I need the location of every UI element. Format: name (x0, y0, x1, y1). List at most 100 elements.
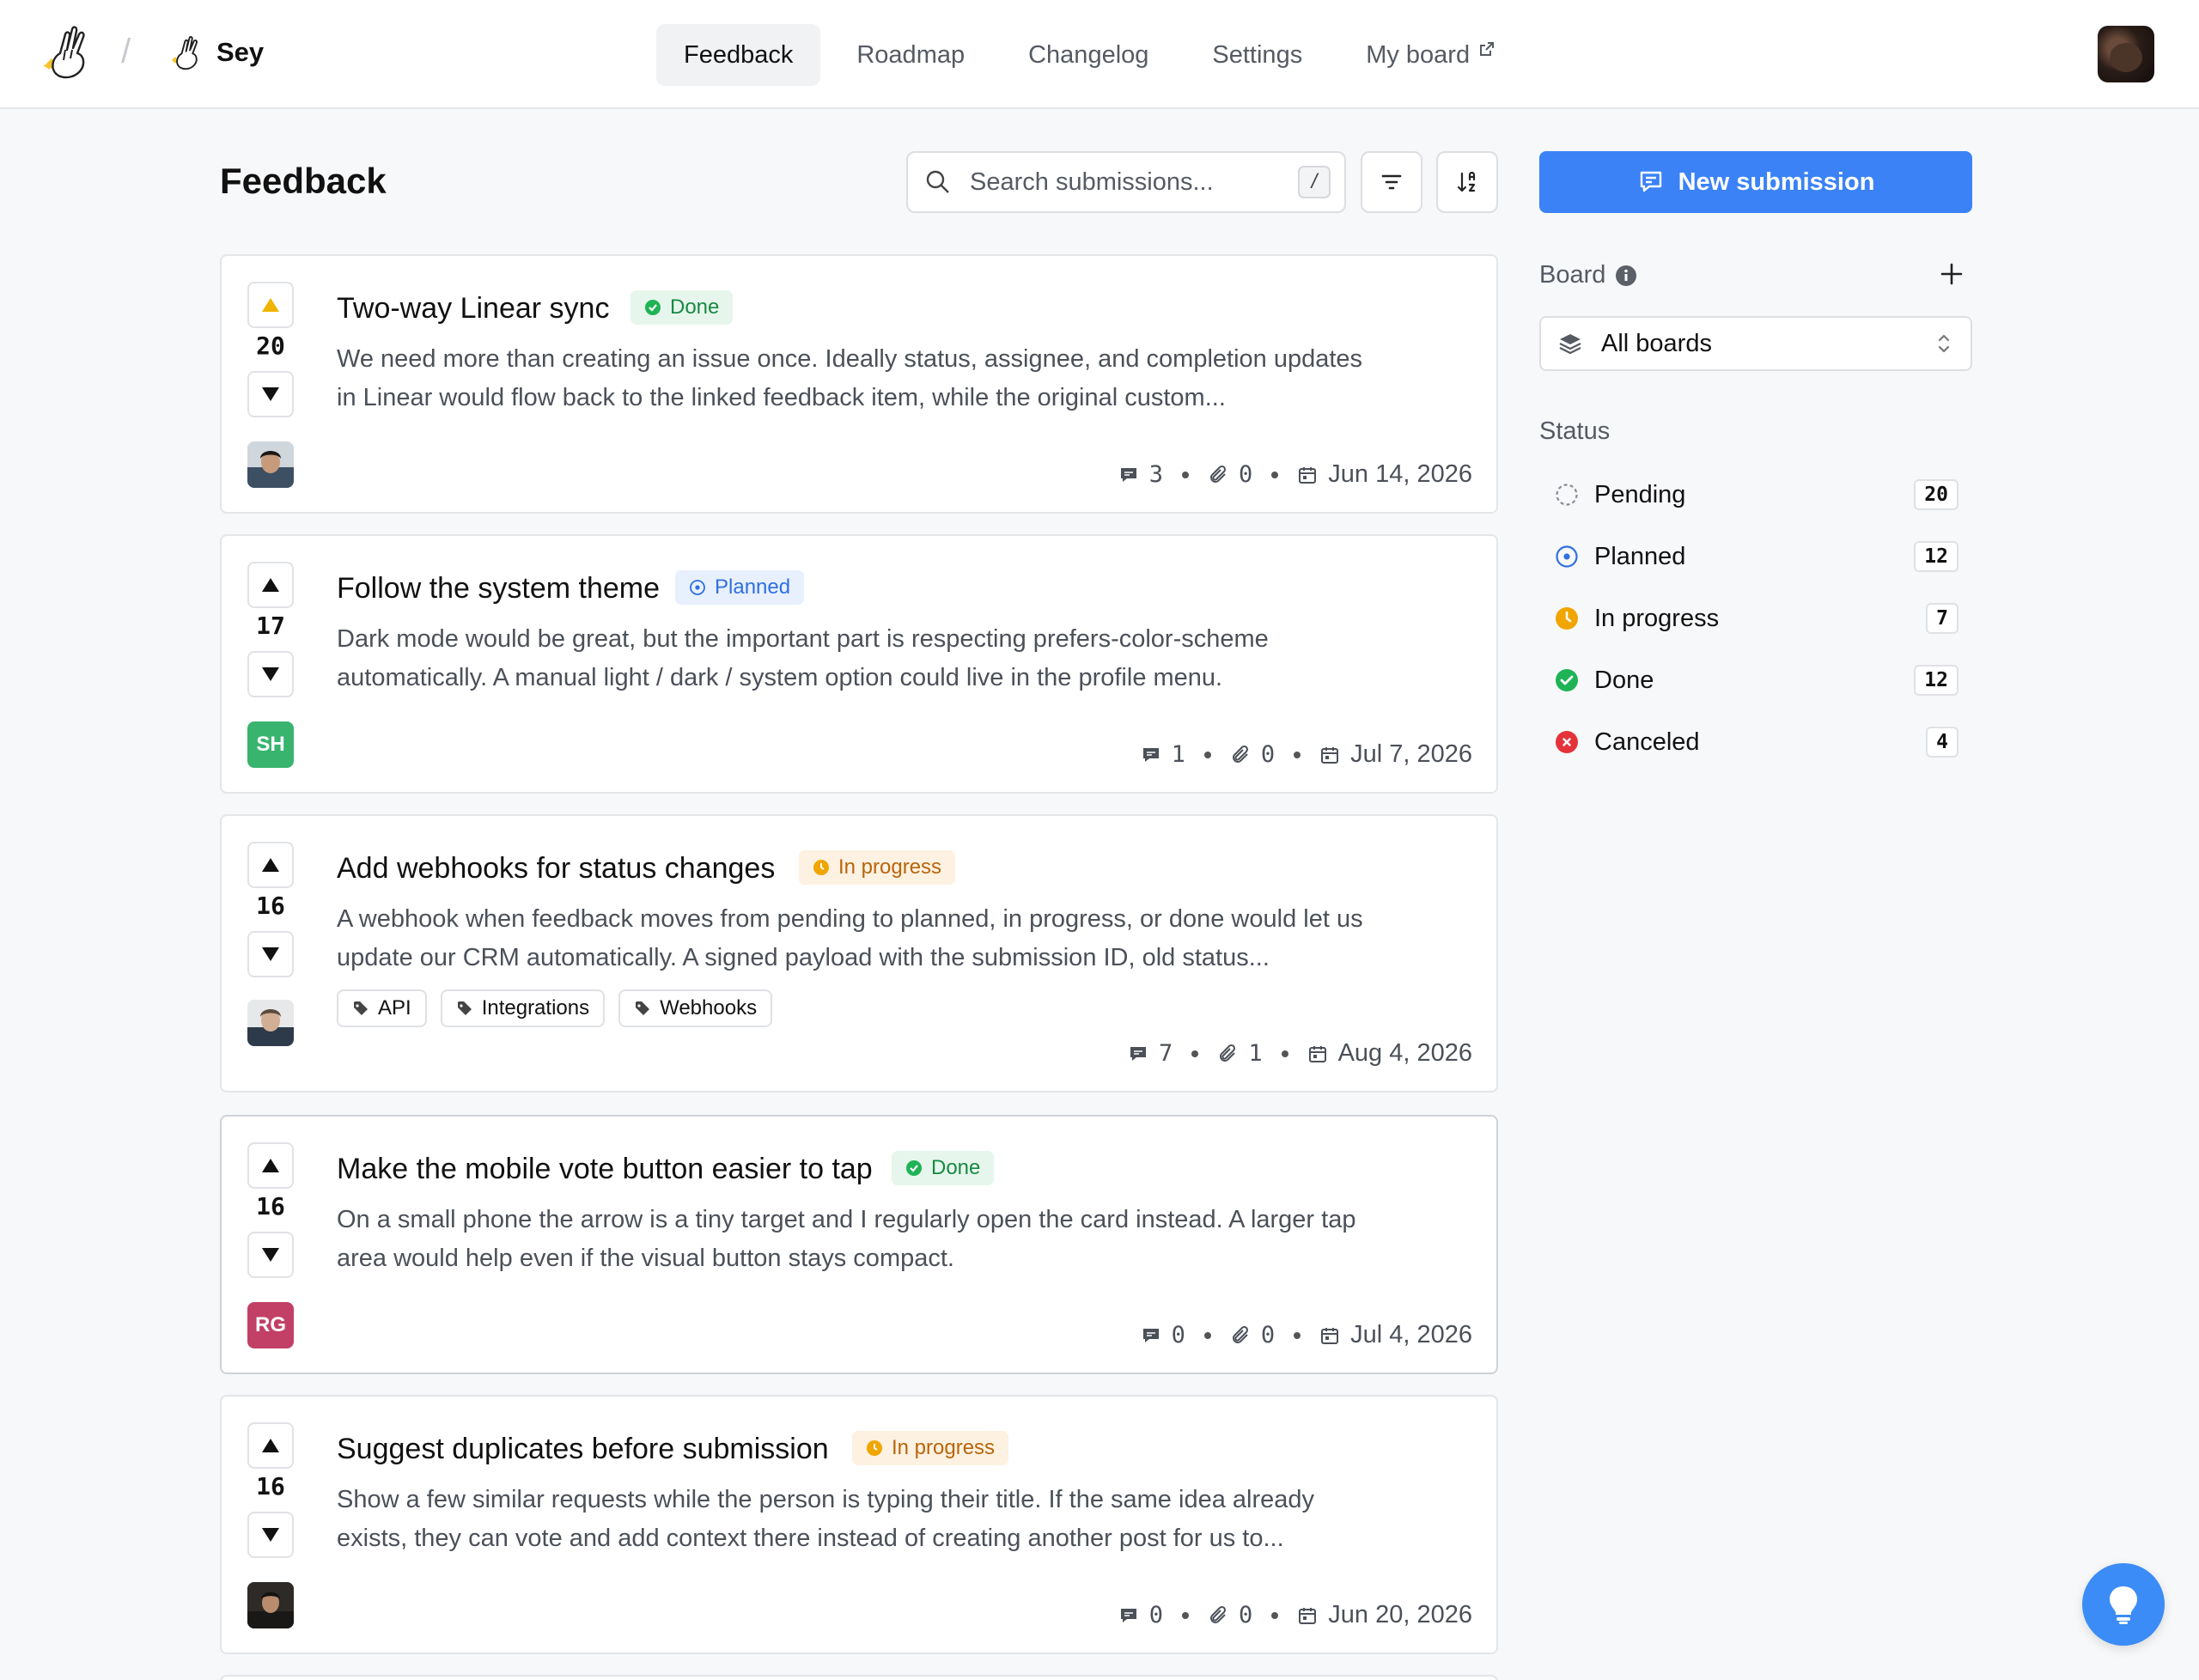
card-date: Jun 20, 2026 (1328, 1601, 1472, 1628)
downvote-button[interactable] (247, 931, 294, 977)
downvote-arrow-icon (262, 1528, 279, 1542)
search-icon (926, 170, 949, 193)
tag-label: Integrations (481, 996, 590, 1020)
user-avatar[interactable] (2098, 26, 2154, 82)
feedback-card[interactable]: 16 Suggest duplicates before submission … (220, 1395, 1498, 1654)
tag-integrations[interactable]: Integrations (440, 989, 606, 1027)
card-meta: 0 0 Jun 20, 2026 (1118, 1601, 1472, 1629)
card-title[interactable]: Follow the system theme (337, 572, 660, 606)
status-badge: Done (892, 1151, 995, 1185)
downvote-arrow-icon (262, 1248, 279, 1262)
comment-icon (1142, 1328, 1159, 1342)
filter-icon (1381, 174, 1402, 190)
org-name[interactable]: Sey (216, 37, 264, 68)
meta-separator (1281, 1050, 1288, 1057)
calendar-icon (1299, 466, 1317, 484)
author-photo-icon (247, 1000, 294, 1046)
status-filter-pending[interactable]: Pending 20 (1539, 469, 1972, 520)
downvote-button[interactable] (247, 1232, 294, 1278)
status-label: In progress (892, 1436, 996, 1459)
upvote-button[interactable] (247, 842, 294, 888)
search-box[interactable]: / (906, 151, 1346, 213)
card-date: Jul 7, 2026 (1350, 740, 1472, 768)
vote-count: 16 (256, 892, 285, 920)
attachment-count: 1 (1248, 1040, 1263, 1067)
author-avatar[interactable] (247, 441, 294, 488)
status-badge: Done (630, 290, 734, 325)
org-logo-icon[interactable] (168, 36, 203, 72)
author-avatar[interactable] (247, 1000, 294, 1046)
upvote-button[interactable] (247, 282, 294, 328)
add-board-icon[interactable] (1939, 261, 1964, 287)
upvote-button[interactable] (247, 562, 294, 608)
feedback-card[interactable]: 16 RG Make the mobile vote button easier… (220, 1115, 1498, 1374)
card-title[interactable]: Add webhooks for status changes (337, 852, 775, 886)
sort-icon (1457, 171, 1476, 192)
feedback-card[interactable]: 16 Add webhooks for status changes In pr… (220, 814, 1498, 1093)
tag-label: API (378, 996, 411, 1020)
status-filter-count: 12 (1914, 541, 1958, 572)
done-status-icon (645, 300, 661, 315)
status-filter-count: 7 (1926, 603, 1958, 634)
meta-separator (1294, 1331, 1301, 1339)
filter-button[interactable] (1361, 151, 1422, 213)
tab-my-board[interactable]: My board (1338, 24, 1523, 86)
attachment-icon (1210, 465, 1227, 483)
meta-separator (1271, 1611, 1279, 1619)
status-filter-canceled[interactable]: Canceled 4 (1539, 716, 1972, 768)
status-filter-planned[interactable]: Planned 12 (1539, 531, 1972, 582)
feedback-card[interactable]: 17 SH Follow the system theme Planned Da… (220, 534, 1498, 794)
planned-status-icon (1556, 545, 1578, 568)
card-description: Show a few similar requests while the pe… (337, 1486, 1314, 1552)
app-logo-icon[interactable] (40, 26, 93, 82)
card-title[interactable]: Two-way Linear sync (337, 292, 609, 326)
meta-separator (1271, 471, 1279, 478)
status-filter-count: 20 (1914, 479, 1958, 510)
comment-icon (1142, 747, 1159, 762)
tab-roadmap[interactable]: Roadmap (829, 24, 992, 86)
tab-settings[interactable]: Settings (1185, 24, 1330, 86)
author-avatar[interactable]: SH (247, 721, 294, 768)
status-filter-count: 4 (1926, 727, 1958, 758)
tab-feedback[interactable]: Feedback (656, 24, 821, 86)
feedback-card[interactable]: 20 Two-way Linear sync Done We need more… (220, 254, 1498, 514)
feedback-card[interactable] (220, 1675, 1498, 1680)
author-avatar[interactable] (247, 1582, 294, 1628)
tag-webhooks[interactable]: Webhooks (618, 989, 773, 1027)
downvote-button[interactable] (247, 651, 294, 697)
main-nav-tabs: Feedback Roadmap Changelog Settings My b… (656, 24, 1523, 86)
info-icon[interactable] (1615, 265, 1637, 287)
calendar-icon (1321, 746, 1339, 764)
status-filter-done[interactable]: Done 12 (1539, 654, 1972, 706)
tab-label: My board (1366, 40, 1471, 69)
calendar-icon (1308, 1045, 1326, 1062)
upvote-button[interactable] (247, 1422, 294, 1469)
card-title[interactable]: Make the mobile vote button easier to ta… (337, 1153, 873, 1186)
new-submission-button[interactable]: New submission (1539, 151, 1972, 213)
card-date: Jun 14, 2026 (1328, 460, 1472, 488)
tab-label: Settings (1212, 40, 1303, 69)
search-input[interactable] (970, 167, 1279, 197)
status-badge: Planned (675, 570, 805, 605)
comment-count: 0 (1148, 1602, 1164, 1628)
done-status-icon (906, 1160, 922, 1176)
meta-separator (1294, 751, 1301, 758)
card-meta: 7 1 Aug 4, 2026 (1128, 1039, 1472, 1068)
board-select-value: All boards (1601, 329, 1712, 357)
upvote-arrow-icon (262, 858, 279, 872)
status-filter-label: Done (1594, 666, 1654, 694)
upvote-button[interactable] (247, 1142, 294, 1189)
sort-button[interactable] (1436, 151, 1498, 213)
downvote-button[interactable] (247, 371, 294, 417)
attachment-count: 0 (1239, 461, 1253, 488)
tab-changelog[interactable]: Changelog (1001, 24, 1176, 86)
author-avatar[interactable]: RG (247, 1302, 294, 1348)
card-description: A webhook when feedback moves from pendi… (337, 905, 1363, 971)
card-meta: 3 0 Jun 14, 2026 (1118, 460, 1472, 489)
status-filter-in-progress[interactable]: In progress 7 (1539, 593, 1972, 644)
downvote-button[interactable] (247, 1512, 294, 1558)
card-title[interactable]: Suggest duplicates before submission (337, 1433, 829, 1466)
tag-api[interactable]: API (337, 989, 427, 1027)
feedback-widget-button[interactable] (2082, 1563, 2165, 1646)
board-select[interactable]: All boards (1539, 316, 1972, 371)
